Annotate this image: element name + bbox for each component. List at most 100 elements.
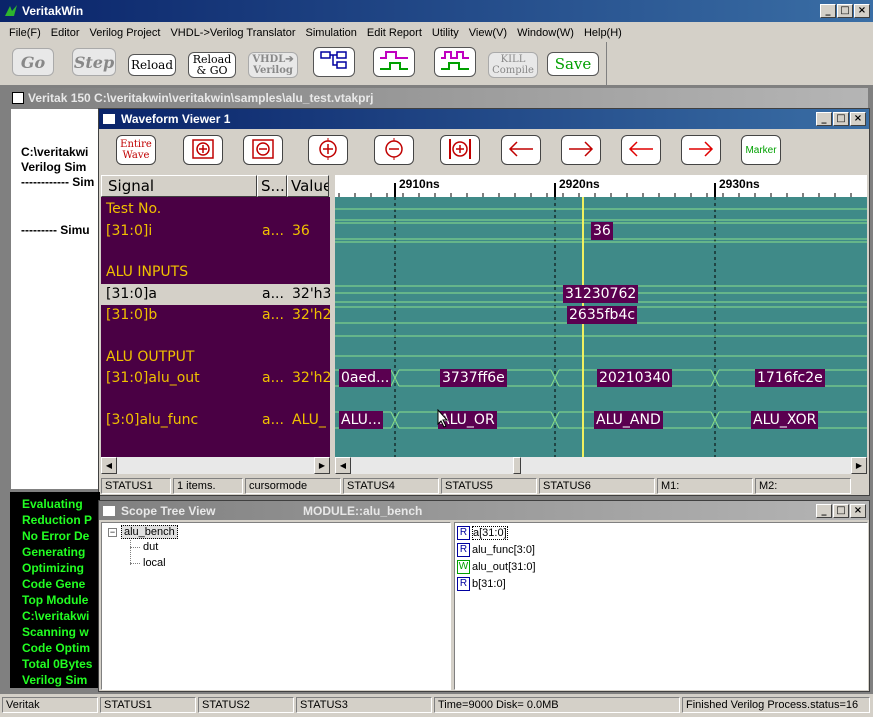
- project-title-bar: Veritak 150 C:\veritakwin\veritakwin\sam…: [8, 88, 868, 108]
- menu-item[interactable]: Utility: [432, 27, 459, 39]
- signal-name[interactable]: [31:0]i: [106, 221, 152, 241]
- vhdl-line1: VHDL➔: [252, 54, 294, 65]
- zoom-out-button[interactable]: [374, 135, 414, 165]
- scope-signal-list[interactable]: Ra[31:0] Ralu_func[3:0] Walu_out[31:0] Rb[3…: [454, 522, 868, 690]
- signal-column-header[interactable]: Signal: [101, 175, 257, 197]
- scroll-left-button[interactable]: ◀: [101, 457, 117, 474]
- tree-item-dut[interactable]: dut: [143, 541, 158, 553]
- scope-tree[interactable]: − alu_bench dut local: [101, 522, 451, 690]
- scroll-left-button[interactable]: ◀: [335, 457, 351, 474]
- zoom-in-icon: [314, 137, 342, 164]
- zoom-cursor-button[interactable]: [440, 135, 480, 165]
- app-title-bar: VeritakWin _ □ ×: [0, 0, 873, 22]
- tree-collapse-toggle[interactable]: −: [108, 528, 117, 537]
- marker-button[interactable]: Marker: [741, 135, 781, 165]
- go-button[interactable]: Go: [12, 48, 54, 76]
- arrow-left-icon: [625, 137, 657, 164]
- output-line: Verilog Sim: [21, 160, 87, 174]
- tree-root-alu-bench[interactable]: alu_bench: [121, 525, 178, 539]
- menu-item[interactable]: VHDL->Verilog Translator: [170, 27, 295, 39]
- menu-item[interactable]: Simulation: [306, 27, 357, 39]
- waveform-multi-icon: [439, 49, 471, 75]
- waveform-title-bar: Waveform Viewer 1 _ □ ×: [99, 109, 869, 129]
- wave-area[interactable]: 36 31230762 2635fb4c 0aed... 3737ff6e 2021034…: [335, 197, 867, 457]
- signal-value: 32'h2: [292, 307, 330, 323]
- signal-name[interactable]: ALU OUTPUT: [106, 347, 194, 367]
- menu-item[interactable]: Window(W): [517, 27, 574, 39]
- wave-value-label: 36: [591, 222, 613, 240]
- maximize-button[interactable]: □: [837, 4, 853, 18]
- scope-signal-item[interactable]: Ralu_func[3:0]: [457, 542, 865, 559]
- reload-go-button[interactable]: Reload & GO: [188, 52, 236, 78]
- signal-hscrollbar[interactable]: ◀ ▶: [101, 457, 330, 474]
- signal-name[interactable]: [31:0]alu_out: [106, 368, 200, 388]
- minimize-button[interactable]: _: [820, 4, 836, 18]
- time-ruler[interactable]: 2910ns 2920ns 2930ns: [335, 175, 867, 197]
- signal-list[interactable]: Test No. [31:0]i a... 36 ALU INPUTS [31:0]a a.…: [101, 197, 330, 457]
- wv-minimize-button[interactable]: _: [816, 112, 832, 126]
- app-icon: [4, 4, 18, 18]
- zoom-out-fit-button[interactable]: [243, 135, 283, 165]
- save-button[interactable]: Save: [547, 52, 599, 76]
- zoom-in-fit-button[interactable]: [183, 135, 223, 165]
- signal-name[interactable]: Test No.: [106, 199, 161, 219]
- wv-status-field: STATUS4: [343, 478, 439, 494]
- menu-item[interactable]: Verilog Project: [90, 27, 161, 39]
- close-button[interactable]: ×: [854, 4, 870, 18]
- entire-wave-button[interactable]: Entire Wave: [116, 135, 156, 165]
- vhdl-verilog-button[interactable]: VHDL➔ Verilog: [248, 52, 298, 78]
- scope-signal-item[interactable]: Rb[31:0]: [457, 576, 865, 593]
- signal-s: a...: [262, 412, 284, 428]
- window-icon: [103, 505, 115, 516]
- tree-item-local[interactable]: local: [143, 557, 166, 569]
- reg-icon: R: [457, 526, 470, 541]
- scope-close-button[interactable]: ×: [850, 503, 866, 518]
- ruler-label: 2930ns: [719, 177, 760, 191]
- scope-maximize-button[interactable]: □: [833, 503, 849, 518]
- zoom-in-button[interactable]: [308, 135, 348, 165]
- s-column-header[interactable]: S...: [257, 175, 287, 197]
- scroll-right-button[interactable]: ▶: [314, 457, 330, 474]
- prev-edge-button[interactable]: [501, 135, 541, 165]
- next-edge-button[interactable]: [561, 135, 601, 165]
- hierarchy-view-button[interactable]: [313, 47, 355, 77]
- wv-status-field: 1 items.: [173, 478, 243, 494]
- scroll-right-button[interactable]: ▶: [851, 457, 867, 474]
- signal-name[interactable]: [3:0]alu_func: [106, 410, 198, 430]
- signal-name[interactable]: ALU INPUTS: [106, 262, 188, 282]
- reload-button[interactable]: Reload: [128, 54, 176, 76]
- menu-item[interactable]: Edit Report: [367, 27, 422, 39]
- signal-name[interactable]: [31:0]b: [106, 305, 157, 325]
- prev-marker-button[interactable]: [621, 135, 661, 165]
- scope-signal-item[interactable]: Ra[31:0]: [457, 525, 865, 542]
- wv-status-field: STATUS5: [441, 478, 537, 494]
- scroll-thumb[interactable]: [513, 457, 521, 474]
- arrow-left-icon: [505, 137, 537, 164]
- kill-compile-button[interactable]: KILL Compile: [488, 52, 538, 78]
- console-line: Code Gene: [22, 577, 86, 591]
- reload-go-line2: & GO: [196, 64, 228, 77]
- status-field: STATUS1: [100, 697, 196, 713]
- signal-name[interactable]: [31:0]a: [106, 284, 157, 304]
- menu-item[interactable]: Help(H): [584, 27, 622, 39]
- mouse-pointer-icon: [437, 408, 449, 432]
- value-column-header[interactable]: Value: [287, 175, 329, 197]
- scope-title-bar: Scope Tree View MODULE::alu_bench _ □ ×: [99, 501, 869, 520]
- wv-close-button[interactable]: ×: [850, 112, 866, 126]
- window-icon: [103, 114, 115, 124]
- next-marker-button[interactable]: [681, 135, 721, 165]
- wv-maximize-button[interactable]: □: [833, 112, 849, 126]
- step-button[interactable]: Step: [72, 48, 116, 76]
- menu-item[interactable]: View(V): [469, 27, 507, 39]
- waveform-button[interactable]: [373, 47, 415, 77]
- wave-hscrollbar[interactable]: ◀ ▶: [335, 457, 867, 474]
- status-field: Veritak: [2, 697, 98, 713]
- waveform-new-button[interactable]: [434, 47, 476, 77]
- menu-item[interactable]: File(F): [9, 27, 41, 39]
- scope-signal-item[interactable]: Walu_out[31:0]: [457, 559, 865, 576]
- menu-item[interactable]: Editor: [51, 27, 80, 39]
- waveform-status-bar: STATUS1 1 items. cursormode STATUS4 STATUS5 S…: [99, 477, 869, 495]
- scope-minimize-button[interactable]: _: [816, 503, 832, 518]
- entire-line2: Wave: [122, 150, 150, 161]
- wave-value-label: 2635fb4c: [567, 306, 638, 324]
